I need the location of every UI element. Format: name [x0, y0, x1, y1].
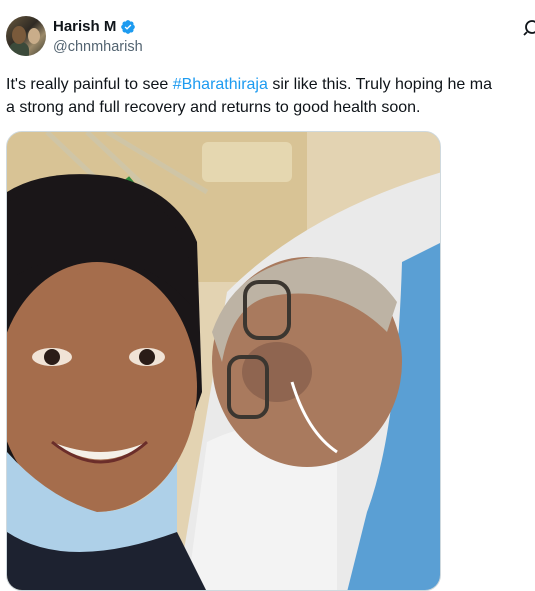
author-name-row: Harish M	[53, 18, 136, 35]
author-handle[interactable]: @chnmharish	[53, 39, 143, 55]
avatar[interactable]	[6, 16, 46, 56]
tweet-text-prefix: It's really painful to see	[6, 76, 173, 93]
hashtag-link[interactable]: #Bharathiraja	[173, 76, 268, 93]
tweet-text-line-2: a strong and full recovery and returns t…	[6, 99, 421, 116]
tweet-text-line-1: It's really painful to see #Bharathiraja…	[6, 73, 492, 96]
avatar-face-secondary	[28, 28, 40, 44]
avatar-figure	[9, 42, 29, 56]
grok-icon[interactable]	[523, 18, 535, 36]
author-display-name[interactable]: Harish M	[53, 18, 116, 35]
tweet-photo[interactable]	[6, 131, 441, 591]
tweet-text-suffix: sir like this. Truly hoping he ma	[267, 76, 492, 93]
avatar-face	[12, 26, 26, 44]
verified-badge-icon	[120, 19, 136, 35]
hospital-selfie-image	[7, 132, 440, 590]
tweet-text: It's really painful to see #Bharathiraja…	[6, 73, 492, 119]
